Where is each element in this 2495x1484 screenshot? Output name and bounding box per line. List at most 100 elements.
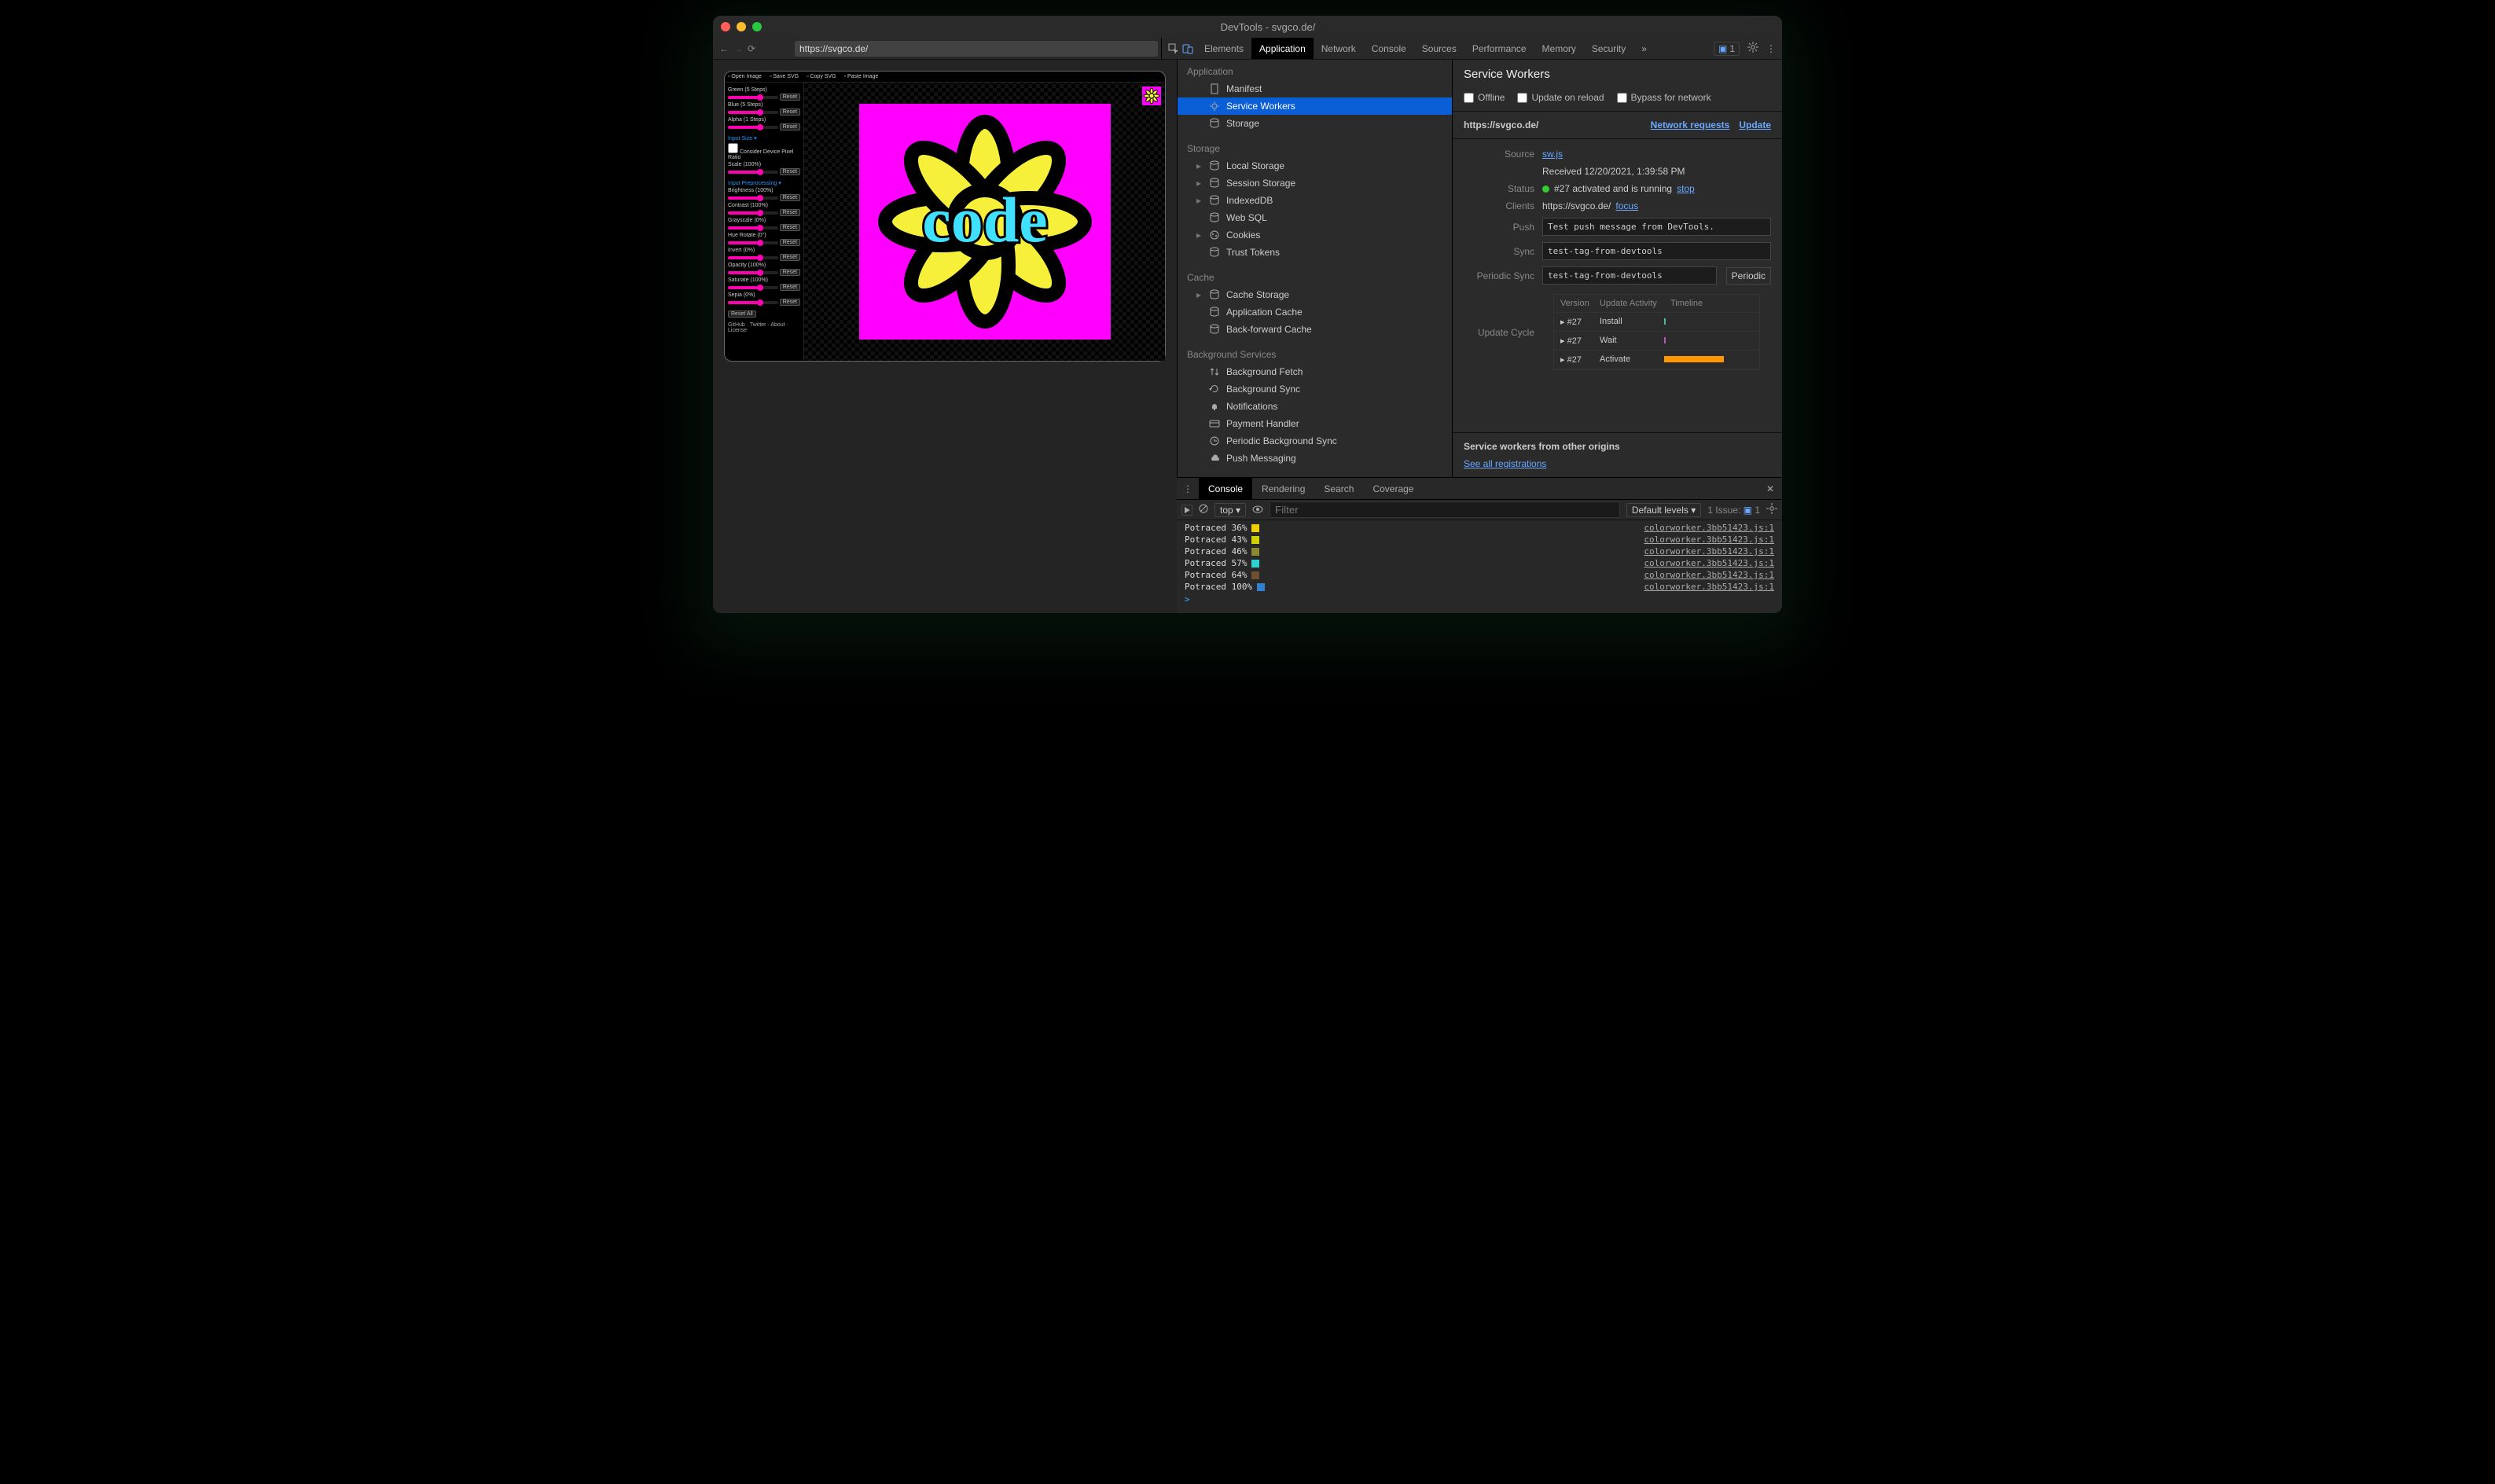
- pixel-ratio-check[interactable]: [728, 143, 738, 153]
- reset-button[interactable]: Reset: [780, 209, 800, 216]
- preview-tool[interactable]: ▫ Open Image: [728, 74, 762, 79]
- issues-badge[interactable]: ▣ 1: [1714, 42, 1740, 56]
- sidebar-item-periodic-background-sync[interactable]: Periodic Background Sync: [1178, 432, 1452, 450]
- maximize-icon[interactable]: [752, 22, 762, 31]
- sidebar-item-push-messaging[interactable]: Push Messaging: [1178, 450, 1452, 467]
- reset-button[interactable]: Reset: [780, 269, 800, 276]
- push-input[interactable]: [1542, 218, 1771, 236]
- sidebar-item-application-cache[interactable]: Application Cache: [1178, 303, 1452, 321]
- reset-button[interactable]: Reset: [780, 239, 800, 246]
- sidebar-item-storage[interactable]: Storage: [1178, 115, 1452, 132]
- live-expr-icon[interactable]: [1252, 505, 1263, 516]
- network-requests-link[interactable]: Network requests: [1651, 119, 1730, 130]
- reset-button[interactable]: Reset: [780, 168, 800, 175]
- drawer-tab-coverage[interactable]: Coverage: [1363, 478, 1423, 499]
- drawer-tab-console[interactable]: Console: [1199, 478, 1252, 499]
- drawer-tab-rendering[interactable]: Rendering: [1252, 478, 1314, 499]
- update-link[interactable]: Update: [1739, 119, 1771, 130]
- run-icon[interactable]: [1181, 505, 1192, 516]
- devtools-tab-elements[interactable]: Elements: [1196, 38, 1251, 59]
- periodic-sync-input[interactable]: [1542, 266, 1717, 285]
- reset-button[interactable]: Reset: [780, 284, 800, 291]
- sidebar-item-payment-handler[interactable]: Payment Handler: [1178, 415, 1452, 432]
- slider[interactable]: [728, 111, 778, 114]
- close-drawer-icon[interactable]: ✕: [1758, 483, 1782, 494]
- sidebar-item-back-forward-cache[interactable]: Back-forward Cache: [1178, 321, 1452, 338]
- sync-input[interactable]: [1542, 242, 1771, 260]
- sidebar-item-indexeddb[interactable]: ▸IndexedDB: [1178, 192, 1452, 209]
- sidebar-item-service-workers[interactable]: Service Workers: [1178, 97, 1452, 115]
- slider[interactable]: [728, 211, 778, 215]
- sw-check-offline[interactable]: Offline: [1464, 92, 1505, 103]
- devtools-tab-security[interactable]: Security: [1584, 38, 1633, 59]
- see-all-registrations-link[interactable]: See all registrations: [1464, 458, 1546, 469]
- console-source-link[interactable]: colorworker.3bb51423.js:1: [1644, 558, 1774, 568]
- slider[interactable]: [728, 197, 778, 200]
- clear-icon[interactable]: [1199, 504, 1208, 516]
- address-input[interactable]: [795, 41, 1158, 57]
- issues-label[interactable]: 1 Issue: ▣ 1: [1707, 505, 1760, 516]
- sidebar-item-cookies[interactable]: ▸Cookies: [1178, 226, 1452, 244]
- sidebar-item-manifest[interactable]: Manifest: [1178, 80, 1452, 97]
- sidebar-item-background-sync[interactable]: Background Sync: [1178, 380, 1452, 398]
- context-select[interactable]: top ▾: [1214, 503, 1246, 517]
- device-icon[interactable]: [1182, 43, 1193, 54]
- console-source-link[interactable]: colorworker.3bb51423.js:1: [1644, 582, 1774, 592]
- slider[interactable]: [728, 171, 778, 174]
- kebab-icon[interactable]: ⋮: [1766, 43, 1776, 54]
- slider[interactable]: [728, 286, 778, 289]
- close-icon[interactable]: [721, 22, 730, 31]
- devtools-tab-network[interactable]: Network: [1314, 38, 1364, 59]
- slider[interactable]: [728, 301, 778, 304]
- slider[interactable]: [728, 271, 778, 274]
- settings-icon[interactable]: [1747, 42, 1758, 55]
- sidebar-item-background-fetch[interactable]: Background Fetch: [1178, 363, 1452, 380]
- levels-select[interactable]: Default levels ▾: [1626, 503, 1701, 517]
- reset-button[interactable]: Reset: [780, 224, 800, 231]
- console-source-link[interactable]: colorworker.3bb51423.js:1: [1644, 523, 1774, 533]
- preview-tool[interactable]: ▫ Save SVG: [770, 74, 799, 79]
- sw-check-bypass-for-network[interactable]: Bypass for network: [1617, 92, 1711, 103]
- devtools-tab-application[interactable]: Application: [1251, 38, 1314, 59]
- sw-source-link[interactable]: sw.js: [1542, 149, 1563, 160]
- console-settings-icon[interactable]: [1766, 503, 1777, 516]
- console-source-link[interactable]: colorworker.3bb51423.js:1: [1644, 534, 1774, 545]
- devtools-tab-performance[interactable]: Performance: [1464, 38, 1534, 59]
- preview-tool[interactable]: ▫ Copy SVG: [807, 74, 836, 79]
- console-source-link[interactable]: colorworker.3bb51423.js:1: [1644, 570, 1774, 580]
- sw-focus-link[interactable]: focus: [1615, 200, 1638, 211]
- slider[interactable]: [728, 126, 778, 129]
- forward-icon[interactable]: →: [733, 43, 743, 54]
- slider[interactable]: [728, 256, 778, 259]
- reset-all-button[interactable]: Reset All: [728, 310, 756, 318]
- sidebar-item-local-storage[interactable]: ▸Local Storage: [1178, 157, 1452, 174]
- preview-tool[interactable]: ▫ Paste Image: [844, 74, 879, 79]
- reset-button[interactable]: Reset: [780, 254, 800, 261]
- sw-stop-link[interactable]: stop: [1677, 183, 1695, 194]
- sidebar-item-web-sql[interactable]: Web SQL: [1178, 209, 1452, 226]
- slider[interactable]: [728, 241, 778, 244]
- minimize-icon[interactable]: [737, 22, 746, 31]
- devtools-tab-sources[interactable]: Sources: [1414, 38, 1464, 59]
- back-icon[interactable]: ←: [719, 43, 729, 54]
- reset-button[interactable]: Reset: [780, 94, 800, 101]
- console-filter-input[interactable]: [1270, 501, 1620, 518]
- sidebar-item-trust-tokens[interactable]: Trust Tokens: [1178, 244, 1452, 261]
- more-tabs[interactable]: »: [1637, 43, 1652, 54]
- reset-button[interactable]: Reset: [780, 108, 800, 116]
- slider[interactable]: [728, 226, 778, 230]
- canvas-area[interactable]: code: [803, 83, 1165, 361]
- reset-button[interactable]: Reset: [780, 194, 800, 201]
- sidebar-item-cache-storage[interactable]: ▸Cache Storage: [1178, 286, 1452, 303]
- console-prompt[interactable]: >: [1177, 593, 1782, 606]
- slider[interactable]: [728, 96, 778, 99]
- devtools-tab-memory[interactable]: Memory: [1534, 38, 1584, 59]
- sidebar-item-notifications[interactable]: Notifications: [1178, 398, 1452, 415]
- sidebar-item-session-storage[interactable]: ▸Session Storage: [1178, 174, 1452, 192]
- reload-icon[interactable]: ⟳: [748, 43, 755, 54]
- periodic-sync-button[interactable]: Periodic: [1726, 267, 1771, 285]
- reset-button[interactable]: Reset: [780, 123, 800, 130]
- footer-links[interactable]: GitHub · Twitter · About · License: [728, 322, 800, 333]
- inspect-icon[interactable]: [1168, 43, 1179, 54]
- devtools-tab-console[interactable]: Console: [1364, 38, 1414, 59]
